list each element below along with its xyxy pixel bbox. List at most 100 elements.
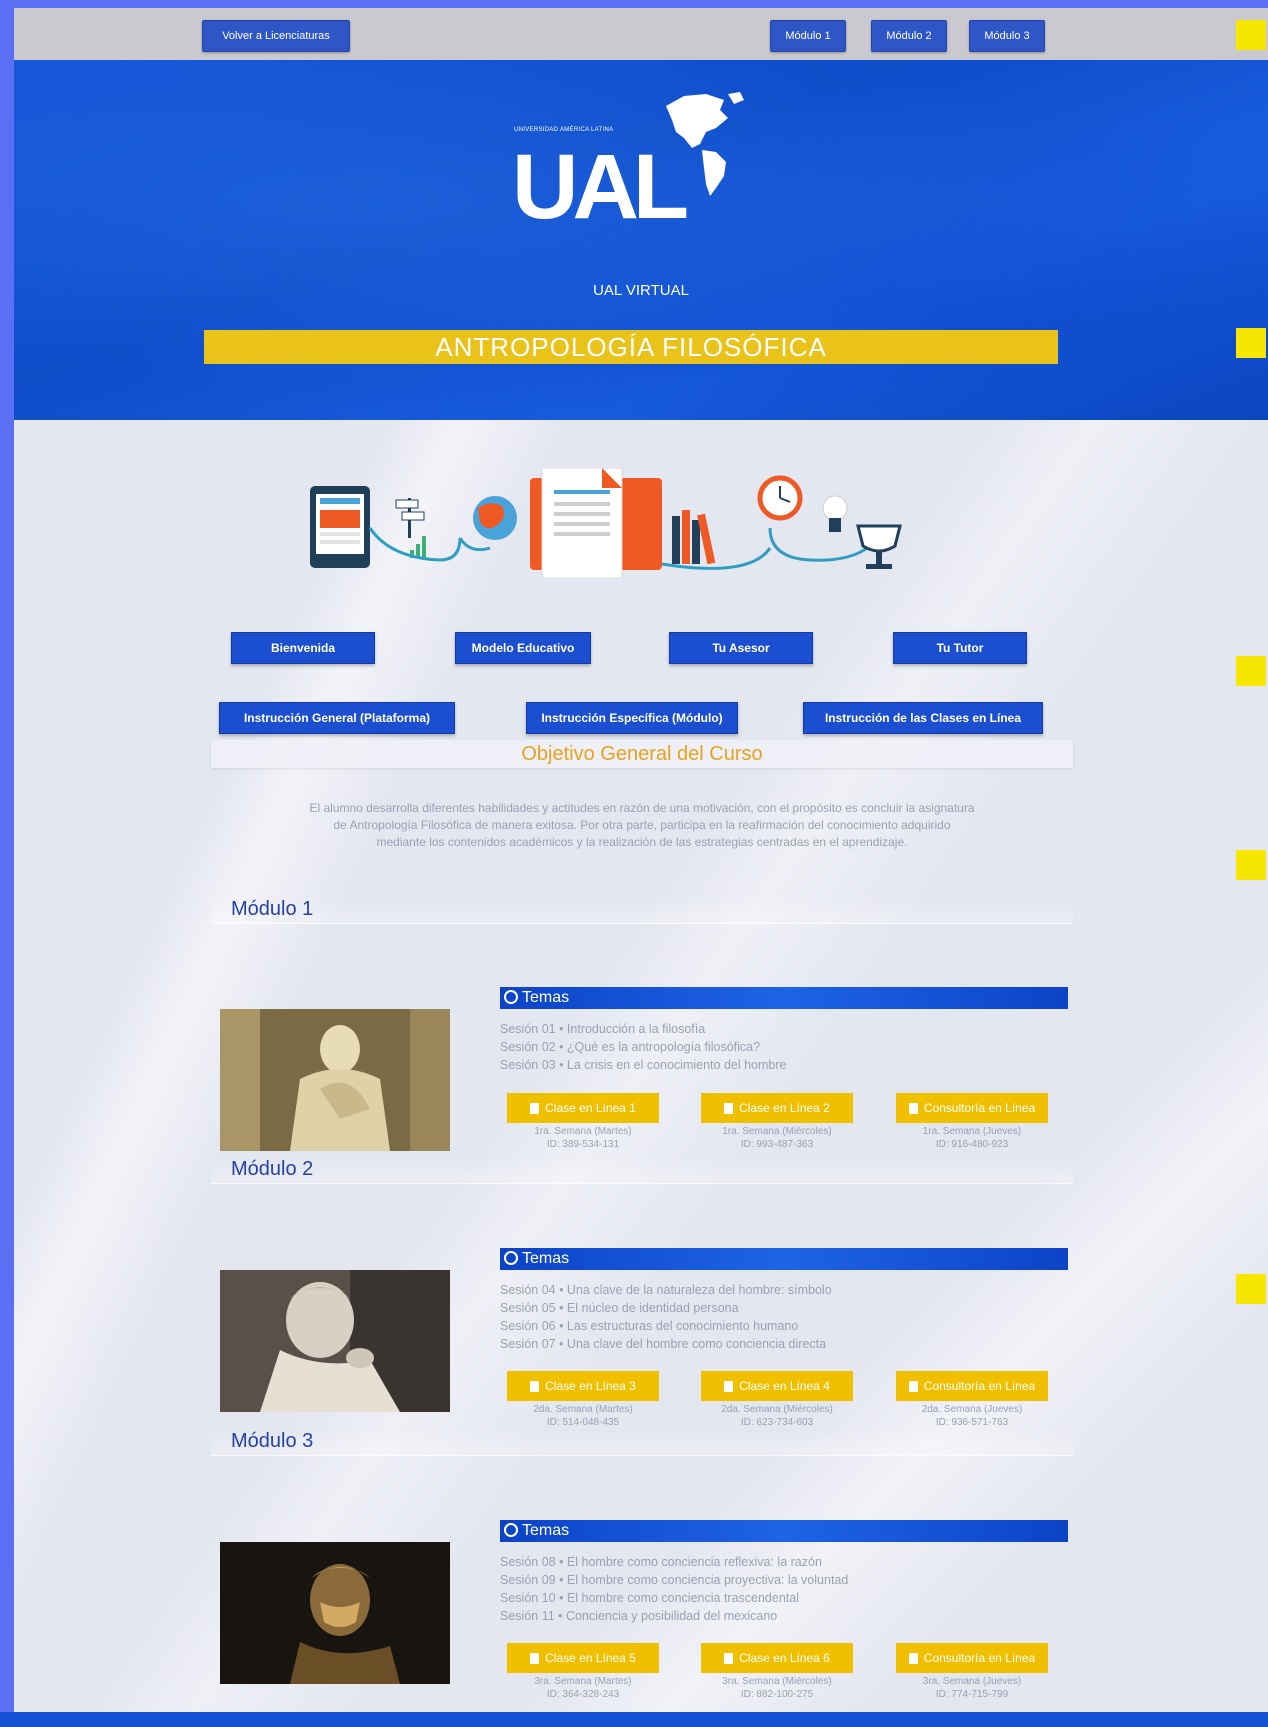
module-2-title: Módulo 2 <box>211 1158 1073 1184</box>
module-2-clase-4-button[interactable]: Clase en Línea 4 <box>701 1371 853 1401</box>
meeting-id: ID: 623-734-603 <box>740 1417 814 1428</box>
nav-module-3-button[interactable]: Módulo 3 <box>969 20 1045 52</box>
session-item: Sesión 11 • Conciencia y posibilidad del… <box>500 1609 778 1623</box>
module-1-sessions: Sesión 01 • Introducción a la filosofía … <box>500 1020 786 1074</box>
temas-label: Temas <box>522 1250 570 1267</box>
module-3-clase-6-button[interactable]: Clase en Línea 6 <box>701 1643 853 1673</box>
meeting-id: ID: 916-480-923 <box>935 1139 1009 1150</box>
side-marker <box>1236 1274 1266 1304</box>
meeting-id: ID: 389-534-131 <box>546 1139 620 1150</box>
session-item: Sesión 04 • Una clave de la naturaleza d… <box>500 1283 832 1297</box>
module-3-clase-6-info: 3ra. Semana (Miércoles) ID: 882-100-275 <box>701 1675 853 1701</box>
module-1-temas-header: Temas <box>500 987 1068 1009</box>
session-item: Sesión 03 • La crisis en el conocimiento… <box>500 1058 787 1072</box>
module-2-consultoria-button[interactable]: Consultoría en Línea <box>896 1371 1048 1401</box>
week-text: 2da. Semana (Miércoles) <box>721 1404 833 1415</box>
document-icon <box>908 1652 918 1664</box>
footer-bar <box>0 1712 1268 1727</box>
module-3-clase-5-button[interactable]: Clase en Línea 5 <box>507 1643 659 1673</box>
week-text: 1ra. Semana (Miércoles) <box>722 1126 832 1137</box>
button-label: Clase en Línea 2 <box>739 1101 830 1115</box>
objective-line: mediante los contenidos académicos y la … <box>376 835 908 849</box>
button-label: Consultoría en Línea <box>923 1651 1036 1665</box>
document-icon <box>724 1102 734 1114</box>
tu-tutor-button[interactable]: Tu Tutor <box>893 632 1027 664</box>
meeting-id: ID: 882-100-275 <box>740 1689 814 1700</box>
search-icon <box>504 1251 518 1265</box>
module-3-statue-image <box>220 1542 450 1684</box>
module-1-clase-2-button[interactable]: Clase en Línea 2 <box>701 1093 853 1123</box>
top-navbar: Volver a Licenciaturas Módulo 1 Módulo 2… <box>14 8 1268 60</box>
button-label: Consultoría en Línea <box>923 1101 1036 1115</box>
week-text: 1ra. Semana (Martes) <box>534 1126 632 1137</box>
module-3-title: Módulo 3 <box>211 1430 1073 1456</box>
objective-title: Objetivo General del Curso <box>211 740 1073 768</box>
session-item: Sesión 08 • El hombre como conciencia re… <box>500 1555 822 1569</box>
button-label: Consultoría en Línea <box>923 1379 1036 1393</box>
document-icon <box>530 1652 540 1664</box>
session-item: Sesión 09 • El hombre como conciencia pr… <box>500 1573 849 1587</box>
course-title: ANTROPOLOGÍA FILOSÓFICA <box>204 330 1058 364</box>
module-2-statue-image <box>220 1270 450 1412</box>
nav-module-2-button[interactable]: Módulo 2 <box>871 20 947 52</box>
document-icon <box>724 1380 734 1392</box>
americas-map-icon <box>666 92 744 196</box>
module-3-clase-5-info: 3ra. Semana (Martes) ID: 364-328-243 <box>507 1675 659 1701</box>
week-text: 2da. Semana (Martes) <box>533 1404 633 1415</box>
module-1-clase-1-button[interactable]: Clase en Línea 1 <box>507 1093 659 1123</box>
modelo-educativo-button[interactable]: Modelo Educativo <box>455 632 591 664</box>
module-1-consultoria-info: 1ra. Semana (Jueves) ID: 916-480-923 <box>896 1125 1048 1151</box>
module-1-consultoria-button[interactable]: Consultoría en Línea <box>896 1093 1048 1123</box>
temas-label: Temas <box>522 1522 570 1539</box>
hero-banner: UNIVERSIDAD AMÉRICA LATINA UAL UAL VIRTU… <box>14 60 1268 420</box>
meeting-id: ID: 774-715-799 <box>935 1689 1009 1700</box>
button-label: Clase en Línea 1 <box>545 1101 636 1115</box>
module-3-consultoria-button[interactable]: Consultoría en Línea <box>896 1643 1048 1673</box>
module-2-sessions: Sesión 04 • Una clave de la naturaleza d… <box>500 1281 832 1353</box>
logo-university-name: UNIVERSIDAD AMÉRICA LATINA <box>514 127 614 133</box>
module-3-consultoria-info: 3ra. Semana (Jueves) ID: 774-715-799 <box>896 1675 1048 1701</box>
instruccion-especifica-button[interactable]: Instrucción Específica (Módulo) <box>526 702 738 734</box>
button-label: Clase en Línea 6 <box>739 1651 830 1665</box>
side-marker <box>1236 328 1266 358</box>
week-text: 3ra. Semana (Jueves) <box>922 1676 1022 1687</box>
instruccion-clases-button[interactable]: Instrucción de las Clases en Línea <box>803 702 1043 734</box>
side-marker <box>1236 656 1266 686</box>
document-icon <box>530 1102 540 1114</box>
module-2-temas-header: Temas <box>500 1248 1068 1270</box>
bienvenida-button[interactable]: Bienvenida <box>231 632 375 664</box>
search-icon <box>504 1523 518 1537</box>
session-item: Sesión 02 • ¿Qué es la antropología filo… <box>500 1040 761 1054</box>
side-marker <box>1236 850 1266 880</box>
module-1-clase-2-info: 1ra. Semana (Miércoles) ID: 993-487-363 <box>701 1125 853 1151</box>
ual-virtual-subtitle: UAL VIRTUAL <box>593 282 689 299</box>
meeting-id: ID: 936-571-763 <box>935 1417 1009 1428</box>
module-1-statue-image <box>220 1009 450 1151</box>
module-2-clase-3-info: 2da. Semana (Martes) ID: 514-048-435 <box>507 1403 659 1429</box>
instruccion-general-button[interactable]: Instrucción General (Plataforma) <box>219 702 455 734</box>
session-item: Sesión 01 • Introducción a la filosofía <box>500 1022 706 1036</box>
week-text: 3ra. Semana (Martes) <box>534 1676 632 1687</box>
nav-module-1-button[interactable]: Módulo 1 <box>770 20 846 52</box>
module-2-clase-3-button[interactable]: Clase en Línea 3 <box>507 1371 659 1401</box>
module-3-temas-header: Temas <box>500 1520 1068 1542</box>
meeting-id: ID: 514-048-435 <box>546 1417 620 1428</box>
document-icon <box>724 1652 734 1664</box>
document-icon <box>530 1380 540 1392</box>
temas-label: Temas <box>522 989 570 1006</box>
meeting-id: ID: 364-328-243 <box>546 1689 620 1700</box>
module-3-sessions: Sesión 08 • El hombre como conciencia re… <box>500 1553 848 1625</box>
module-1-title: Módulo 1 <box>211 898 1073 924</box>
page-frame: Volver a Licenciaturas Módulo 1 Módulo 2… <box>14 8 1268 1720</box>
objective-line: El alumno desarrolla diferentes habilida… <box>309 801 975 815</box>
session-item: Sesión 05 • El núcleo de identidad perso… <box>500 1301 739 1315</box>
search-icon <box>504 990 518 1004</box>
meeting-id: ID: 993-487-363 <box>740 1139 814 1150</box>
session-item: Sesión 10 • El hombre como conciencia tr… <box>500 1591 799 1605</box>
objective-text: El alumno desarrolla diferentes habilida… <box>226 800 1058 851</box>
week-text: 1ra. Semana (Jueves) <box>922 1126 1022 1137</box>
tu-asesor-button[interactable]: Tu Asesor <box>669 632 813 664</box>
back-to-licenciaturas-button[interactable]: Volver a Licenciaturas <box>202 20 350 52</box>
main-content: Bienvenida Modelo Educativo Tu Asesor Tu… <box>14 420 1268 1720</box>
objective-line: de Antropología Filosófica de manera exi… <box>333 818 951 832</box>
